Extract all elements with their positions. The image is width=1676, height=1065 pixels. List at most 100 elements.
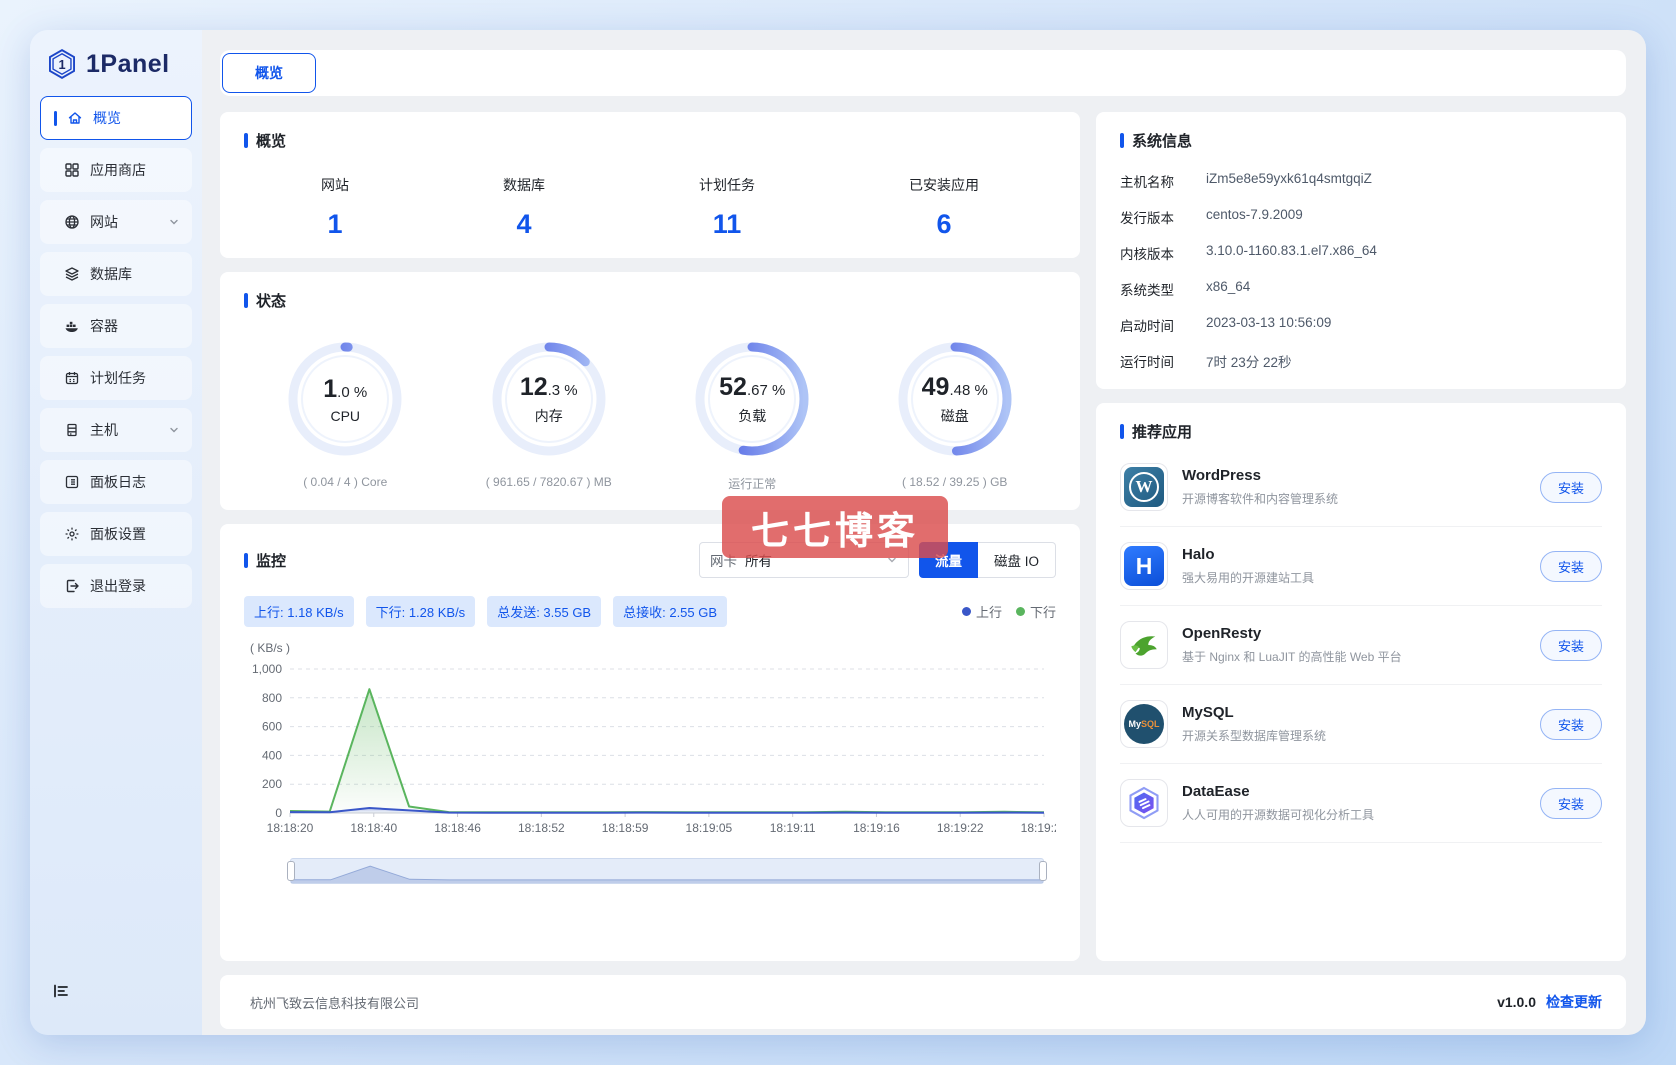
svg-text:200: 200 <box>262 777 282 791</box>
svg-text:800: 800 <box>262 691 282 705</box>
info-row-kernel: 内核版本 3.10.0-1160.83.1.el7.x86_64 <box>1120 243 1377 262</box>
stat-cronjobs[interactable]: 计划任务 11 <box>699 175 755 240</box>
traffic-summary-row: 上行: 1.18 KB/s 下行: 1.28 KB/s 总发送: 3.55 GB… <box>244 596 1056 627</box>
legend-upstream[interactable]: 上行 <box>961 602 1002 621</box>
sidebar-item-label: 数据库 <box>90 266 132 282</box>
sidebar-item-database[interactable]: 数据库 <box>40 252 192 296</box>
monitor-card-title: 监控 <box>244 550 286 571</box>
app-row-halo: H Halo 强大易用的开源建站工具 安装 <box>1120 527 1602 606</box>
system-info-rows: 主机名称 iZm5e8e59yxk61q4smtgqiZ 发行版本 centos… <box>1120 171 1602 371</box>
sidebar-item-host[interactable]: 主机 <box>40 408 192 452</box>
svg-text:18:19:28: 18:19:28 <box>1021 821 1056 835</box>
upstream-rate-badge: 上行: 1.18 KB/s <box>244 596 354 627</box>
info-row-arch: 系统类型 x86_64 <box>1120 279 1251 298</box>
sidebar-item-label: 容器 <box>90 318 118 334</box>
sidebar-item-label: 面板设置 <box>90 526 146 542</box>
svg-text:0: 0 <box>275 806 282 820</box>
info-row-distro: 发行版本 centos-7.9.2009 <box>1120 207 1303 226</box>
sidebar-item-label: 概览 <box>93 110 121 126</box>
load-caption: 运行正常 <box>728 477 777 491</box>
chart-unit-label: ( KB/s ) <box>250 641 291 655</box>
active-indicator-bar <box>54 110 57 126</box>
install-halo-button[interactable]: 安装 <box>1539 550 1602 582</box>
sidebar-item-overview[interactable]: 概览 <box>40 96 192 140</box>
chart-datazoom-slider[interactable] <box>287 858 1047 884</box>
server-icon <box>67 423 77 437</box>
stat-databases[interactable]: 数据库 4 <box>503 175 545 240</box>
status-card-title: 状态 <box>244 290 1056 311</box>
system-info-card: 系统信息 主机名称 iZm5e8e59yxk61q4smtgqiZ 发行版本 c… <box>1096 112 1626 389</box>
app-row-openresty: OpenResty 基于 Nginx 和 LuaJIT 的高性能 Web 平台 … <box>1120 606 1602 685</box>
sidebar-item-container[interactable]: 容器 <box>40 304 192 348</box>
menu-fold-icon <box>54 984 68 998</box>
total-received-badge: 总接收: 2.55 GB <box>613 596 728 627</box>
footer-version: v1.0.0 <box>1497 994 1536 1010</box>
wordpress-logo: W <box>1124 467 1164 507</box>
globe-icon <box>65 215 79 229</box>
sidebar-item-logout[interactable]: 退出登录 <box>40 564 192 608</box>
memory-caption: ( 961.65 / 7820.67 ) MB <box>485 475 612 489</box>
monitor-card: 监控 网卡 所有 流量 磁盘 IO 上行: 1.18 KB/s 下行: 1.28… <box>220 524 1080 961</box>
dataease-logo <box>1124 783 1164 823</box>
sidebar-item-website[interactable]: 网站 <box>40 200 192 244</box>
svg-text:1,000: 1,000 <box>252 662 282 676</box>
docker-icon <box>65 321 78 332</box>
sidebar-item-panel-log[interactable]: 面板日志 <box>40 460 192 504</box>
overview-card: 概览 网站 1 数据库 4 计划任务 11 已安装应用 6 <box>220 112 1080 258</box>
sidebar-item-label: 计划任务 <box>90 370 146 386</box>
install-wordpress-button[interactable]: 安装 <box>1539 471 1602 503</box>
status-card: 状态 1.0 % CPU (0.04 / 4) Core 12.3 % 内存… <box>220 272 1080 510</box>
chart-legend: 上行 下行 <box>961 602 1056 621</box>
sidebar-collapse-button[interactable] <box>40 982 192 1011</box>
svg-text:18:19:05: 18:19:05 <box>686 821 733 835</box>
downstream-rate-badge: 下行: 1.28 KB/s <box>365 596 476 627</box>
stat-websites[interactable]: 网站 1 <box>321 175 349 240</box>
svg-text:18:18:52: 18:18:52 <box>518 821 565 835</box>
check-update-link[interactable]: 检查更新 <box>1546 992 1602 1012</box>
overview-stats: 网站 1 数据库 4 计划任务 11 已安装应用 6 <box>244 175 1056 240</box>
app-row-wordpress: W WordPress 开源博客软件和内容管理系统 安装 <box>1120 448 1602 527</box>
install-mysql-button[interactable]: 安装 <box>1539 708 1602 740</box>
svg-text:18:19:16: 18:19:16 <box>853 821 900 835</box>
sidebar-item-panel-settings[interactable]: 面板设置 <box>40 512 192 556</box>
sidebar-item-label: 主机 <box>90 422 118 438</box>
sidebar-item-appstore[interactable]: 应用商店 <box>40 148 192 192</box>
cpu-caption: ( 0.04 / 4 ) Core <box>303 475 388 489</box>
svg-text:400: 400 <box>262 748 282 762</box>
sidebar-menu: 概览 应用商店 网站 数据库 容器 计划任务 主机 面板日志 面板设置 退出登录 <box>40 96 192 608</box>
mysql-logo: My SQL <box>1124 704 1164 744</box>
svg-text:18:19:11: 18:19:11 <box>770 821 816 835</box>
info-row-hostname: 主机名称 iZm5e8e59yxk61q4smtgqiZ <box>1120 171 1372 190</box>
upstream-dot <box>961 607 971 616</box>
install-dataease-button[interactable]: 安装 <box>1539 787 1602 819</box>
info-row-boot-time: 启动时间 2023-03-13 10:56:09 <box>1120 315 1332 334</box>
stat-installed-apps[interactable]: 已安装应用 6 <box>909 175 979 240</box>
svg-text:18:19:22: 18:19:22 <box>937 821 984 835</box>
svg-text:18:18:46: 18:18:46 <box>434 821 481 835</box>
logo: 1 1Panel <box>40 42 192 96</box>
logout-icon <box>66 579 79 593</box>
svg-text:1: 1 <box>58 57 65 72</box>
svg-text:18:18:20: 18:18:20 <box>267 821 314 835</box>
datazoom-right-handle[interactable] <box>1039 861 1047 881</box>
downstream-dot <box>1015 607 1025 616</box>
sidebar-item-cronjob[interactable]: 计划任务 <box>40 356 192 400</box>
overview-card-title: 概览 <box>244 130 1056 151</box>
svg-text:18:18:59: 18:18:59 <box>602 821 649 835</box>
sidebar-item-label: 网站 <box>90 214 118 230</box>
disk-io-tab[interactable]: 磁盘 IO <box>977 542 1056 578</box>
datazoom-left-handle[interactable] <box>287 861 295 881</box>
install-openresty-button[interactable]: 安装 <box>1539 629 1602 661</box>
svg-text:18:18:40: 18:18:40 <box>350 821 397 835</box>
legend-downstream[interactable]: 下行 <box>1015 602 1056 621</box>
recommended-apps-title: 推荐应用 <box>1120 421 1602 442</box>
tab-overview[interactable]: 概览 <box>222 53 316 93</box>
sidebar-item-label: 退出登录 <box>90 578 146 594</box>
1panel-hexagon-icon: 1 <box>48 49 76 79</box>
datazoom-mini-chart <box>291 865 1043 883</box>
gauge-load: 52.67 % 负载 运行正常 <box>690 337 814 492</box>
layers-icon <box>65 267 79 281</box>
footer: 杭州飞致云信息科技有限公司 v1.0.0 检查更新 <box>220 975 1626 1029</box>
openresty-logo <box>1124 625 1164 665</box>
logo-text: 1Panel <box>86 49 170 78</box>
